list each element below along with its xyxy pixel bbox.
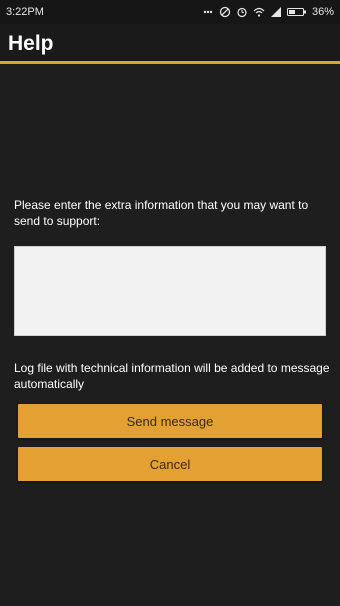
page-title: Help <box>8 32 54 55</box>
signal-icon <box>270 6 282 18</box>
cancel-button[interactable]: Cancel <box>18 447 322 481</box>
log-file-note: Log file with technical information will… <box>14 361 330 391</box>
help-screen: 3:22PM 36% Help Please enter the extra i… <box>0 0 340 606</box>
extra-info-input[interactable] <box>14 246 326 336</box>
battery-percent: 36% <box>311 6 334 18</box>
send-message-button[interactable]: Send message <box>18 404 322 438</box>
dnd-icon <box>219 6 231 18</box>
app-bar: Help <box>0 24 340 64</box>
status-bar: 3:22PM 36% <box>0 0 340 24</box>
support-prompt-text: Please enter the extra information that … <box>14 198 309 228</box>
battery-icon <box>286 6 307 18</box>
alarm-icon <box>236 6 248 18</box>
wifi-icon <box>253 6 265 18</box>
notification-dots-icon <box>202 6 214 18</box>
status-time: 3:22PM <box>6 6 44 18</box>
